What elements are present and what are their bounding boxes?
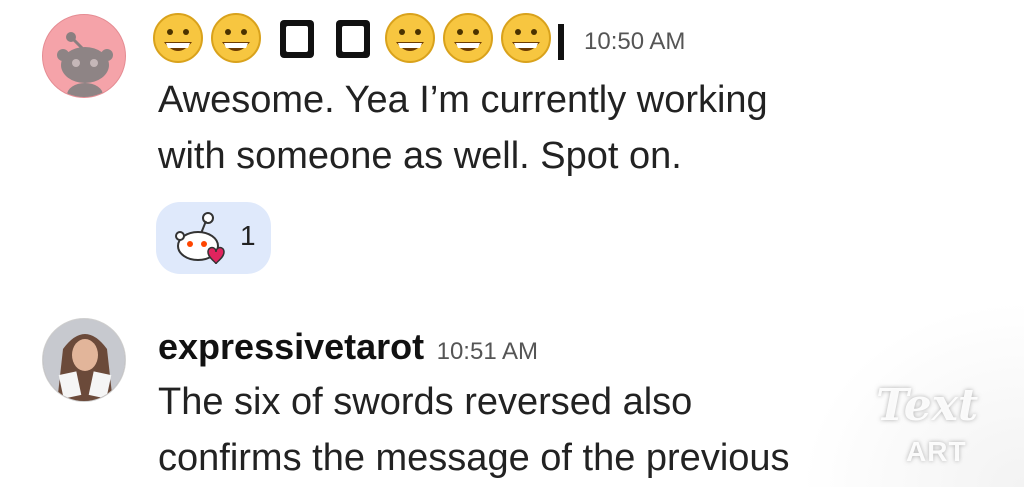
- message-line: Awesome. Yea I’m currently working: [158, 79, 768, 121]
- snoo-icon: [57, 32, 113, 97]
- grin-emoji-icon: [385, 13, 435, 63]
- username-obscured-emoji: [150, 10, 590, 66]
- message-1: 10:50 AM Awesome. Yea I’m currently work…: [0, 0, 1024, 290]
- message-text: The six of swords reversed also confirms…: [158, 374, 790, 486]
- message-line: confirms the message of the previous: [158, 437, 790, 479]
- grin-emoji-icon: [211, 13, 261, 63]
- user-avatar[interactable]: [42, 14, 126, 98]
- message-line: with someone as well. Spot on.: [158, 135, 682, 177]
- reaction-pill[interactable]: 1: [156, 202, 271, 274]
- grin-emoji-icon: [443, 13, 493, 63]
- reaction-count: 1: [240, 220, 256, 251]
- timestamp: 10:51 AM: [436, 338, 539, 365]
- textart-watermark: Text ART: [870, 380, 990, 480]
- grin-emoji-icon: [501, 13, 551, 63]
- message-text: Awesome. Yea I’m currently working with …: [158, 72, 768, 184]
- username[interactable]: expressivetarot: [158, 326, 424, 367]
- timestamp: 10:50 AM: [584, 28, 686, 55]
- message-header: expressivetarot 10:51 AM: [158, 326, 538, 368]
- profile-photo: [43, 319, 125, 401]
- user-avatar[interactable]: [42, 318, 126, 402]
- snoo-heart-icon: [175, 212, 225, 265]
- watermark-sub: ART: [906, 436, 967, 467]
- message-line: The six of swords reversed also: [158, 381, 693, 423]
- grin-emoji-icon: [153, 13, 203, 63]
- watermark-script: Text: [876, 380, 979, 431]
